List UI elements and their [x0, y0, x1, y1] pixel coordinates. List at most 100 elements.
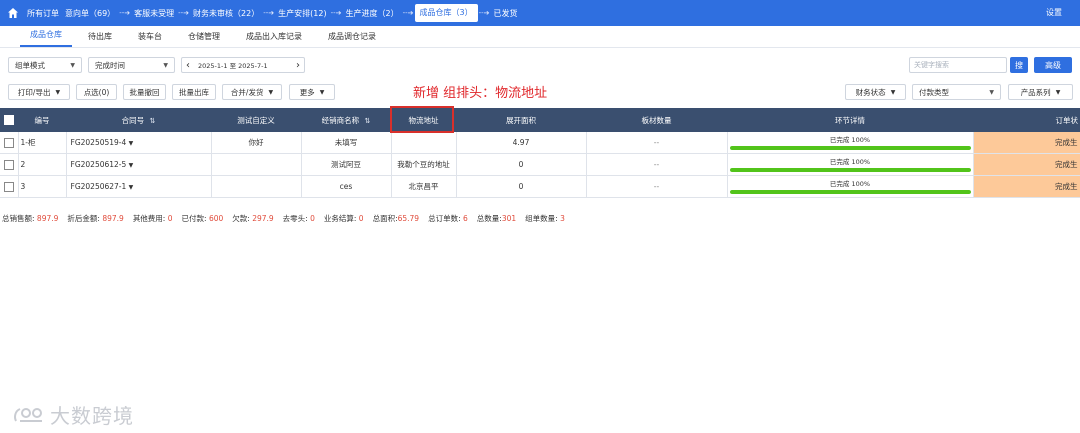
next-range-icon[interactable]: ›: [296, 60, 300, 71]
sort-icon[interactable]: ⇅: [365, 117, 371, 125]
tab-transfer-records[interactable]: 成品调仓记录: [318, 26, 386, 47]
cell-area: 0: [456, 175, 587, 198]
summary-total-orders: 总订单数: 6: [428, 213, 468, 224]
cell-board: --: [586, 153, 728, 176]
cell-number: 3: [18, 175, 67, 198]
crumb-shipped[interactable]: 已发货: [491, 8, 521, 19]
table-row[interactable]: 2 FG20250612-5 ▼ 测试阿豆 我勒个豆的地址 0 -- 已完成 1…: [0, 153, 1080, 176]
print-export-button[interactable]: 打印/导出 ▼: [8, 84, 70, 100]
summary-value: 600: [208, 214, 224, 223]
summary-value: 897.9: [36, 214, 59, 223]
tab-pending-out[interactable]: 待出库: [78, 26, 122, 47]
chevron-down-icon: ▼: [70, 61, 75, 69]
cell-progress: 已完成 100%: [727, 175, 974, 198]
crumb-finished-warehouse[interactable]: 成品仓库（3）: [414, 4, 478, 22]
cell-contract[interactable]: FG20250612-5 ▼: [66, 153, 212, 176]
select-all-checkbox[interactable]: [0, 108, 18, 132]
tab-loading-dock[interactable]: 装车台: [128, 26, 172, 47]
date-range-picker[interactable]: ‹ 2025-1-1 至 2025-7-1 ›: [181, 57, 305, 73]
chevron-down-icon: ▼: [268, 88, 274, 96]
row-checkbox[interactable]: [0, 175, 19, 198]
product-series-filter[interactable]: 产品系列 ▼: [1008, 84, 1073, 100]
payment-type-select[interactable]: 付款类型 ▼: [912, 84, 1001, 100]
prev-range-icon[interactable]: ‹: [186, 60, 190, 71]
caret-down-icon[interactable]: ▼: [129, 184, 134, 191]
col-dealer[interactable]: 经销商名称 ⇅: [301, 108, 391, 132]
summary-value: 0: [167, 214, 173, 223]
time-select-value: 完成时间: [95, 60, 125, 70]
contract-text: FG20250627-1: [70, 182, 127, 191]
summary-other-fees: 其他费用: 0: [133, 213, 173, 224]
crumb-production-progress[interactable]: 生产进度（2）: [342, 8, 401, 19]
cell-logistics: 我勒个豆的地址: [391, 153, 457, 176]
col-contract[interactable]: 合同号 ⇅: [66, 108, 211, 132]
watermark-logo-icon: [14, 407, 42, 422]
tab-inout-records[interactable]: 成品出入库记录: [236, 26, 312, 47]
summary-label: 折后金额:: [67, 214, 100, 223]
crumb-all-orders[interactable]: 所有订单: [24, 8, 62, 19]
table-row[interactable]: 3 FG20250627-1 ▼ ces 北京昌平 0 -- 已完成 100% …: [0, 175, 1080, 198]
merge-ship-button[interactable]: 合并/发货 ▼: [222, 84, 282, 100]
time-select[interactable]: 完成时间 ▼: [88, 57, 175, 73]
crumb-service-pending[interactable]: 客服未受理: [131, 8, 177, 19]
summary-business-settlement: 业务结算: 0: [324, 213, 364, 224]
cell-board: --: [586, 132, 728, 154]
checkbox-icon[interactable]: [4, 115, 14, 125]
summary-label: 总订单数:: [428, 214, 461, 223]
summary-label: 总数量:: [476, 214, 502, 223]
progress-fill: [729, 168, 971, 172]
caret-down-icon[interactable]: ▼: [129, 140, 134, 147]
checkbox-icon[interactable]: [3, 159, 14, 170]
advanced-search-button[interactable]: 高级: [1034, 57, 1072, 73]
cell-status: 完成生: [973, 153, 1080, 176]
contract-text: FG20250519-4: [70, 138, 127, 147]
payment-type-label: 付款类型: [919, 87, 949, 97]
cell-area: 4.97: [456, 132, 587, 154]
progress-bar: [729, 146, 971, 150]
arrow-icon: --➔: [178, 9, 190, 17]
progress-bar: [729, 190, 971, 194]
summary-value: 897.9: [102, 214, 124, 223]
search-input[interactable]: [909, 57, 1007, 73]
tab-storage-management[interactable]: 仓储管理: [178, 26, 230, 47]
select-button[interactable]: 点选(0): [76, 84, 117, 100]
progress-text: 已完成 100%: [829, 136, 871, 144]
table-header-row: 编号 合同号 ⇅ 测试自定义 经销商名称 ⇅ 物流地址 展开面积 板材数量 环节…: [0, 108, 1080, 132]
summary-total-area: 总面积:65.79: [373, 213, 420, 224]
sub-tabs: 成品仓库 待出库 装车台 仓储管理 成品出入库记录 成品调仓记录: [0, 26, 1080, 48]
cell-contract[interactable]: FG20250627-1 ▼: [66, 175, 212, 198]
finance-status-filter[interactable]: 财务状态 ▼: [845, 84, 906, 100]
summary-group-count: 组单数量: 3: [525, 213, 565, 224]
search-button[interactable]: 搜: [1010, 57, 1028, 73]
summary-label: 已付款:: [181, 214, 207, 223]
batch-out-button[interactable]: 批量出库: [172, 84, 216, 100]
table-row[interactable]: 1-柜 FG20250519-4 ▼ 你好 未填写 4.97 -- 已完成 10…: [0, 132, 1080, 154]
mode-select[interactable]: 组单模式 ▼: [8, 57, 82, 73]
more-button[interactable]: 更多 ▼: [289, 84, 335, 100]
checkbox-icon[interactable]: [3, 137, 14, 148]
caret-down-icon[interactable]: ▼: [129, 162, 134, 169]
tab-finished-warehouse[interactable]: 成品仓库: [20, 24, 72, 47]
home-icon[interactable]: [5, 5, 21, 21]
summary-total-quantity: 总数量:301: [477, 213, 516, 224]
batch-recall-button[interactable]: 批量撤回: [123, 84, 166, 100]
cell-number: 2: [18, 153, 67, 176]
progress-bar: [729, 168, 971, 172]
cell-progress: 已完成 100%: [727, 132, 974, 154]
more-label: 更多: [299, 87, 315, 97]
cell-board: --: [586, 175, 728, 198]
row-checkbox[interactable]: [0, 132, 19, 154]
cell-contract[interactable]: FG20250519-4 ▼: [66, 132, 212, 154]
crumb-finance-pending[interactable]: 财务未审核（22）: [190, 8, 262, 19]
main-panel: 成品仓库 待出库 装车台 仓储管理 成品出入库记录 成品调仓记录 组单模式 ▼ …: [0, 26, 1080, 433]
settings-link[interactable]: 设置: [1046, 7, 1062, 18]
row-checkbox[interactable]: [0, 153, 19, 176]
summary-value: 0: [310, 214, 315, 223]
sort-icon[interactable]: ⇅: [150, 117, 156, 125]
summary-value: 0: [358, 214, 364, 223]
crumb-production-plan[interactable]: 生产安排(12): [275, 8, 329, 19]
arrow-icon: --➔: [478, 9, 490, 17]
col-board: 板材数量: [586, 108, 727, 132]
checkbox-icon[interactable]: [3, 181, 14, 192]
crumb-intent-orders[interactable]: 意向单（69）: [62, 8, 118, 19]
